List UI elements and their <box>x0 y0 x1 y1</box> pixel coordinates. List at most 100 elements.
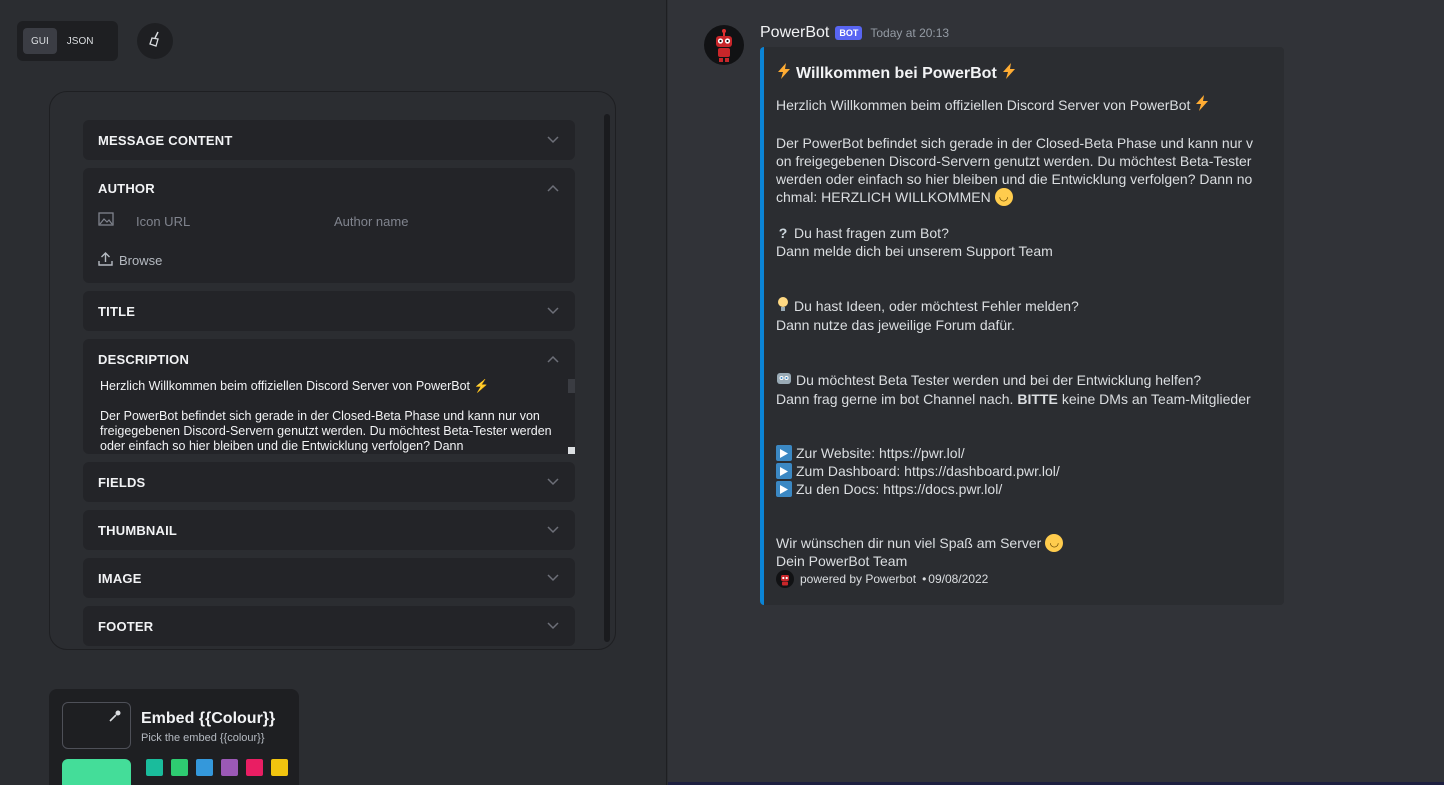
editor-sections: MESSAGE CONTENT AUTHOR Icon URL Author n… <box>83 120 575 649</box>
chevron-down-icon <box>546 304 560 318</box>
section-author: AUTHOR Icon URL Author name Browse <box>83 168 575 283</box>
desc-line: Du möchtest Beta Tester werden und bei d… <box>796 372 1202 388</box>
section-header[interactable]: THUMBNAIL <box>83 510 575 550</box>
footer-separator: • <box>922 572 927 586</box>
embed-title-text: Willkommen bei PowerBot <box>796 64 997 82</box>
broom-icon <box>147 31 163 52</box>
section-image: IMAGE <box>83 558 575 598</box>
embed-footer: powered by Powerbot • 09/08/2022 <box>776 570 988 588</box>
website-link[interactable]: Zur Website: https://pwr.lol/ <box>796 444 965 462</box>
desc-line: Dann melde dich bei unserem Support Team <box>776 243 1053 259</box>
question-icon: ? <box>778 225 788 241</box>
desc-line: Wir wünschen dir nun viel Spaß am Server <box>776 535 1042 551</box>
bot-badge: BOT <box>835 26 863 40</box>
desc-line: chmal: HERZLICH WILLKOMMEN <box>776 189 991 205</box>
desc-line: Der PowerBot befindet sich gerade in der… <box>776 135 1254 151</box>
desc-line: werden oder einfach so hier bleiben und … <box>776 171 1253 187</box>
embed-editor: MESSAGE CONTENT AUTHOR Icon URL Author n… <box>49 91 616 650</box>
section-header[interactable]: FOOTER <box>83 606 575 646</box>
colour-swatch[interactable] <box>196 759 213 776</box>
message-header: PowerBot BOT Today at 20:13 <box>760 24 949 42</box>
section-title: DESCRIPTION <box>98 351 190 367</box>
textarea-scrollbar[interactable] <box>568 379 575 393</box>
desc-line: Du hast Ideen, oder möchtest Fehler meld… <box>794 298 1079 314</box>
section-title: IMAGE <box>98 570 142 586</box>
author-body: Icon URL Author name Browse <box>83 208 575 283</box>
json-mode-button[interactable]: JSON <box>59 28 102 54</box>
play-icon <box>776 481 792 497</box>
section-header[interactable]: AUTHOR <box>83 168 575 208</box>
browse-label: Browse <box>119 252 163 268</box>
bot-name[interactable]: PowerBot <box>760 24 829 42</box>
play-icon <box>776 463 792 479</box>
play-icon <box>776 445 792 461</box>
desc-line: on freigegebenen Discord-Servern genutzt… <box>776 153 1252 169</box>
colour-picker-card: Embed {{Colour}} Pick the embed {{colour… <box>49 689 299 785</box>
colour-swatch[interactable] <box>146 759 163 776</box>
footer-text: powered by Powerbot <box>800 572 917 586</box>
docs-link[interactable]: Zu den Docs: https://docs.pwr.lol/ <box>796 480 1002 498</box>
section-message-content: MESSAGE CONTENT <box>83 120 575 160</box>
section-thumbnail: THUMBNAIL <box>83 510 575 550</box>
colour-swatch[interactable] <box>221 759 238 776</box>
lightning-icon <box>1001 62 1017 85</box>
description-textarea[interactable]: Herzlich Willkommen beim offiziellen Dis… <box>83 379 575 454</box>
editor-scrollbar[interactable] <box>604 114 610 642</box>
preview-panel: PowerBot BOT Today at 20:13 Willkommen b… <box>668 0 1444 785</box>
avatar[interactable] <box>704 25 744 65</box>
gui-mode-button[interactable]: GUI <box>23 28 57 54</box>
embed-title: Willkommen bei PowerBot <box>776 62 1272 85</box>
chevron-up-icon <box>546 181 560 195</box>
desc-line: keine DMs an Team-Mitglieder <box>1061 391 1251 407</box>
section-title: TITLE <box>98 303 136 319</box>
section-header[interactable]: DESCRIPTION <box>83 339 575 379</box>
section-title: AUTHOR <box>98 180 155 196</box>
smile-icon: ◡ <box>1045 534 1064 552</box>
section-header[interactable]: FIELDS <box>83 462 575 502</box>
footer-date: 09/08/2022 <box>928 572 989 586</box>
timestamp: Today at 20:13 <box>870 26 950 40</box>
colour-swatch[interactable] <box>246 759 263 776</box>
chevron-down-icon <box>546 619 560 633</box>
section-header[interactable]: TITLE <box>83 291 575 331</box>
footer-avatar-icon <box>776 570 794 588</box>
colour-preview[interactable] <box>62 702 131 749</box>
desc-line: Dann frag gerne im bot Channel nach. <box>776 391 1014 407</box>
section-fields: FIELDS <box>83 462 575 502</box>
smile-icon: ◡ <box>994 188 1013 206</box>
description-text: Herzlich Willkommen beim offiziellen Dis… <box>100 379 552 453</box>
section-title: MESSAGE CONTENT <box>98 132 233 148</box>
chevron-down-icon <box>546 475 560 489</box>
embed-description: Herzlich Willkommen beim offiziellen Dis… <box>776 94 1256 570</box>
browse-button[interactable]: Browse <box>98 251 560 269</box>
lightning-icon <box>1194 94 1210 116</box>
section-header[interactable]: MESSAGE CONTENT <box>83 120 575 160</box>
desc-line: Dein PowerBot Team <box>776 553 908 569</box>
desc-line: Herzlich Willkommen beim offiziellen Dis… <box>776 97 1191 113</box>
editor-panel: GUI JSON MESSAGE CONTENT AUTHOR Icon URL… <box>0 0 667 785</box>
clear-button[interactable] <box>137 23 173 59</box>
colour-title: Embed {{Colour}} <box>141 710 276 727</box>
desc-line-bold: BITTE <box>1017 391 1058 407</box>
section-title-field: TITLE <box>83 291 575 331</box>
resize-handle[interactable] <box>568 447 575 454</box>
dashboard-link[interactable]: Zum Dashboard: https://dashboard.pwr.lol… <box>796 462 1060 480</box>
robot-icon <box>776 370 792 390</box>
embed-preview: Willkommen bei PowerBot Herzlich Willkom… <box>760 47 1284 605</box>
desc-line: Dann nutze das jeweilige Forum dafür. <box>776 317 1015 333</box>
section-title: THUMBNAIL <box>98 522 178 538</box>
section-title: FIELDS <box>98 474 146 490</box>
colour-swatch[interactable] <box>171 759 188 776</box>
chevron-up-icon <box>546 352 560 366</box>
colour-swatch[interactable] <box>271 759 288 776</box>
icon-url-input[interactable]: Icon URL <box>136 214 334 229</box>
chevron-down-icon <box>546 523 560 537</box>
upload-icon <box>98 251 113 269</box>
chevron-down-icon <box>546 133 560 147</box>
author-name-input[interactable]: Author name <box>334 214 408 229</box>
eyedropper-icon <box>108 709 122 728</box>
mode-toggle: GUI JSON <box>17 21 118 61</box>
section-header[interactable]: IMAGE <box>83 558 575 598</box>
section-footer: FOOTER <box>83 606 575 646</box>
active-colour-swatch[interactable] <box>62 759 131 785</box>
